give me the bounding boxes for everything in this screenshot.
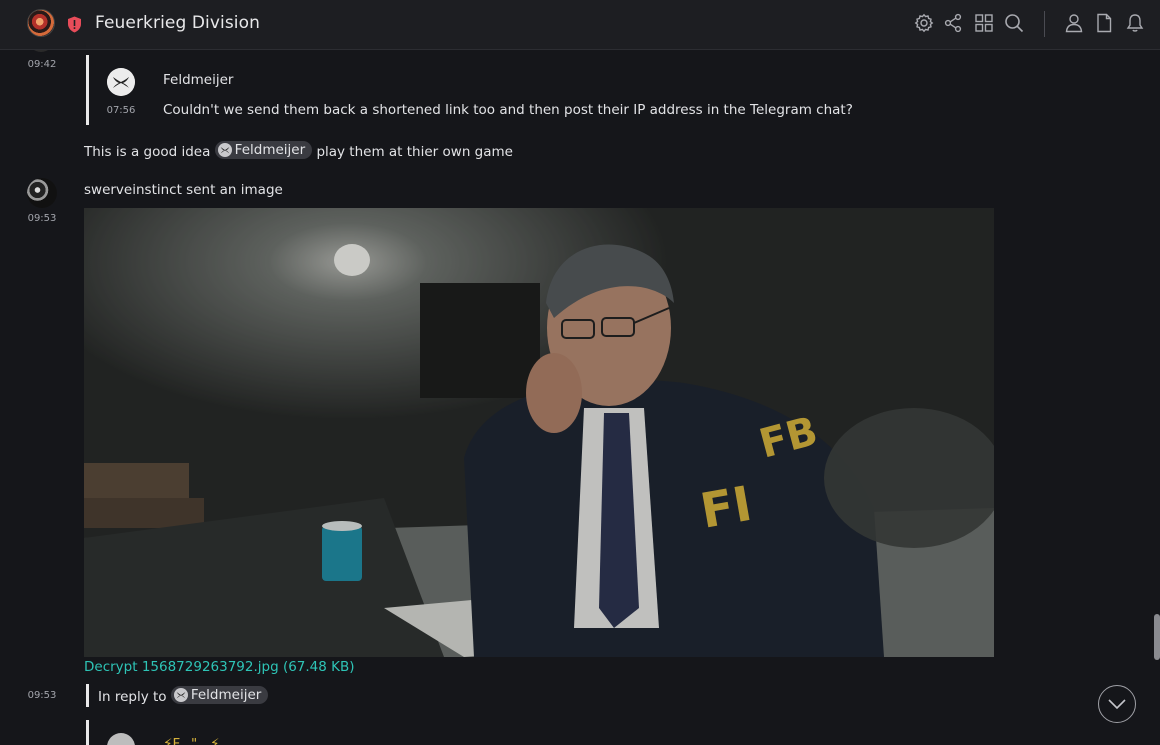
header-divider: [1044, 11, 1045, 37]
person-icon[interactable]: [1063, 12, 1085, 34]
mention-avatar-icon: [217, 143, 232, 157]
file-icon[interactable]: [1093, 12, 1115, 34]
message-image[interactable]: FI FB: [84, 208, 994, 657]
share-icon[interactable]: [942, 12, 964, 34]
message-body: This is a good idea Feldmeijer play them…: [84, 141, 513, 160]
message-text-after: play them at thier own game: [316, 144, 513, 160]
reply-mention-pill[interactable]: Feldmeijer: [170, 686, 269, 704]
reply-mention-name: Feldmeijer: [190, 687, 262, 703]
sender-avatar[interactable]: [27, 178, 57, 208]
jump-to-bottom-button[interactable]: [1098, 685, 1136, 723]
room-title[interactable]: Feuerkrieg Division: [95, 13, 260, 33]
quoted-sender-avatar[interactable]: [107, 733, 135, 745]
bell-icon[interactable]: [1124, 12, 1146, 34]
room-header: Feuerkrieg Division: [0, 0, 1160, 50]
reply-bar: [86, 684, 89, 707]
quote-bar: [86, 720, 89, 745]
scrollbar-thumb[interactable]: [1154, 614, 1160, 660]
chevron-down-icon: [1108, 699, 1126, 709]
reply-header: In reply to Feldmeijer: [98, 686, 269, 705]
quoted-sender-name[interactable]: ⚡F..."...⚡: [163, 736, 220, 745]
image-event-text: swerveinstinct sent an image: [84, 182, 283, 198]
mention-name: Feldmeijer: [234, 142, 306, 158]
mention-pill[interactable]: Feldmeijer: [214, 141, 313, 159]
room-avatar[interactable]: [27, 9, 55, 37]
shield-icon: [68, 16, 81, 33]
reply-label: In reply to: [98, 689, 167, 705]
quote-bar: [86, 55, 89, 125]
message-time: 09:42: [27, 59, 57, 70]
image-file-link[interactable]: Decrypt 1568729263792.jpg (67.48 KB): [84, 659, 355, 675]
message-text-before: This is a good idea: [84, 144, 211, 160]
message-time: 09:53: [27, 690, 57, 701]
quoted-message-text: Couldn't we send them back a shortened l…: [163, 102, 853, 118]
message-time: 09:53: [27, 213, 57, 224]
apps-icon[interactable]: [973, 12, 995, 34]
settings-icon[interactable]: [913, 12, 935, 34]
quoted-message-time: 07:56: [106, 105, 136, 116]
quoted-sender-avatar[interactable]: [107, 68, 135, 96]
search-icon[interactable]: [1003, 12, 1025, 34]
quoted-sender-name[interactable]: Feldmeijer: [163, 72, 233, 88]
mention-avatar-icon: [173, 688, 188, 702]
